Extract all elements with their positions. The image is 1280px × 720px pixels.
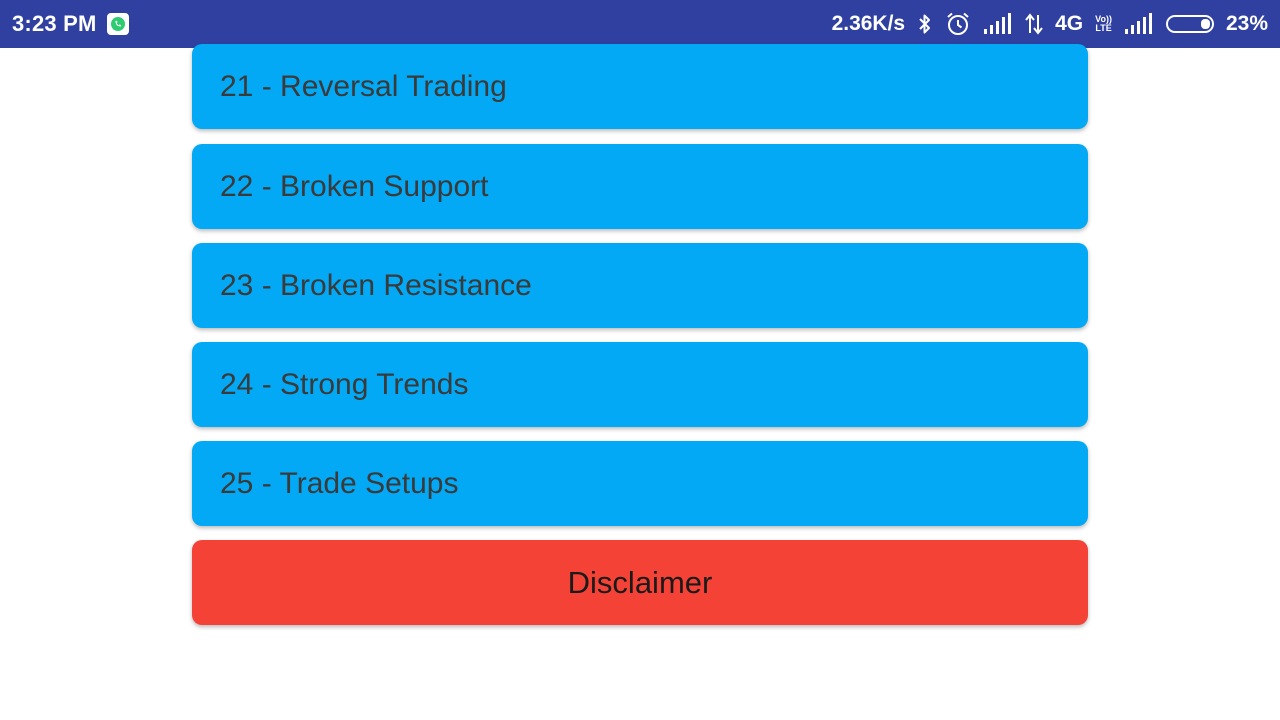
data-arrows-icon bbox=[1025, 12, 1043, 36]
menu-item-broken-resistance[interactable]: 23 - Broken Resistance bbox=[192, 243, 1088, 328]
status-left: 3:23 PM bbox=[12, 11, 129, 37]
menu-item-reversal-trading[interactable]: 21 - Reversal Trading bbox=[192, 44, 1088, 129]
battery-level-fill bbox=[1200, 19, 1210, 29]
status-right: 2.36K/s 4G Vo)) LTE 23% bbox=[832, 11, 1268, 37]
battery-percent: 23% bbox=[1225, 12, 1268, 35]
whatsapp-icon bbox=[106, 13, 129, 35]
battery-icon bbox=[1165, 15, 1214, 33]
status-bar: 3:23 PM 2.36K/s 4G Vo)) LTE 23% bbox=[0, 0, 1280, 48]
menu-item-label: 22 - Broken Support bbox=[220, 169, 489, 203]
signal-icon bbox=[983, 13, 1013, 35]
menu-item-trade-setups[interactable]: 25 - Trade Setups bbox=[192, 441, 1088, 526]
disclaimer-button[interactable]: Disclaimer bbox=[192, 540, 1088, 625]
signal-icon bbox=[1124, 13, 1154, 35]
bluetooth-icon bbox=[917, 12, 933, 36]
menu-item-broken-support[interactable]: 22 - Broken Support bbox=[192, 144, 1088, 229]
network-type: 4G bbox=[1055, 12, 1084, 35]
menu-item-strong-trends[interactable]: 24 - Strong Trends bbox=[192, 342, 1088, 427]
disclaimer-label: Disclaimer bbox=[567, 564, 713, 600]
alarm-icon bbox=[945, 11, 971, 37]
status-time: 3:23 PM bbox=[12, 11, 97, 36]
menu-item-label: 24 - Strong Trends bbox=[220, 367, 469, 401]
menu-item-label: 23 - Broken Resistance bbox=[220, 268, 532, 302]
volte-label-bottom: LTE bbox=[1095, 23, 1112, 33]
volte-icon: Vo)) LTE bbox=[1095, 15, 1112, 33]
menu-item-label: 21 - Reversal Trading bbox=[220, 69, 507, 103]
network-speed: 2.36K/s bbox=[831, 12, 906, 35]
menu-item-label: 25 - Trade Setups bbox=[220, 466, 459, 500]
